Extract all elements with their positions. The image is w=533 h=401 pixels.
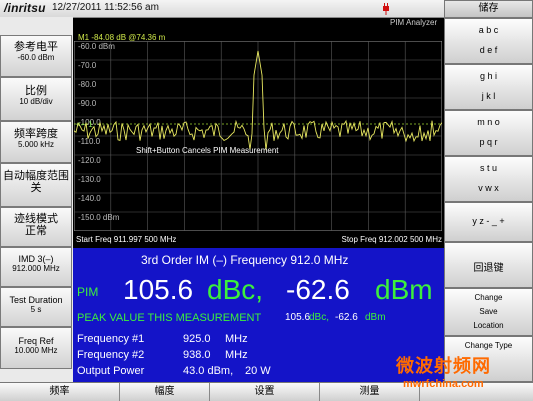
key-line2: p q r (479, 137, 498, 147)
test-duration-button[interactable]: Test Duration 5 s (0, 287, 72, 327)
frequency-2-label: Frequency #2 (77, 349, 145, 361)
peak-dbc-unit: dBc, (309, 312, 330, 323)
key-stu-vwx[interactable]: s t u v w x (444, 156, 533, 202)
start-frequency: Start Freq 911.997 500 MHz (76, 235, 177, 244)
datetime-display: 12/27/2011 11:52:56 am (52, 2, 159, 13)
softkey-value: 关 (30, 182, 42, 194)
ref-level-button[interactable]: 参考电平 -60.0 dBm (0, 35, 72, 77)
output-power-value: 43.0 dBm, (183, 365, 234, 377)
y-tick-label: -70.0 (78, 61, 97, 70)
softkey-value: 5.000 kHz (17, 140, 55, 149)
key-line1: g h i (479, 71, 497, 81)
y-tick-label: -130.0 (78, 175, 101, 184)
backspace-button[interactable]: 回退键 (444, 242, 533, 288)
scale-button[interactable]: 比例 10 dB/div (0, 77, 72, 121)
brand-logo: /inritsu (4, 1, 46, 15)
frequency-2-unit: MHz (225, 349, 248, 361)
mode-label: PIM Analyzer (390, 18, 438, 27)
left-softkey-panel: 参考电平 -60.0 dBm 比例 10 dB/div 频率跨度 5.000 k… (0, 17, 73, 382)
imd-frequency-heading: 3rd Order IM (–) Frequency 912.0 MHz (141, 253, 349, 267)
y-tick-label: -110.0 (78, 137, 101, 146)
key-ghi-jkl[interactable]: g h i j k l (444, 64, 533, 110)
frequency-1-unit: MHz (225, 333, 248, 345)
output-power-label: Output Power (77, 365, 145, 377)
y-tick-label: -90.0 (78, 99, 97, 108)
auto-range-button[interactable]: 自动幅度范围 关 (0, 163, 72, 207)
softkey-value: 912.000 MHz (12, 264, 60, 273)
softkey-label: 比例 (25, 85, 47, 97)
spectrum-graph[interactable]: -60.0 dBm-70.0-80.0-90.0-100.0-110.0-120… (74, 41, 442, 231)
softkey-value: 10.000 MHz (14, 346, 58, 355)
change-save-location-button[interactable]: Change Save Location (444, 288, 533, 336)
key-line2: v w x (478, 183, 499, 193)
y-tick-label: -150.0 dBm (78, 213, 120, 222)
measurement-panel: 3rd Order IM (–) Frequency 912.0 MHz PIM… (73, 248, 444, 382)
key-yz-symbols[interactable]: y z - _ + (444, 202, 533, 242)
span-button[interactable]: 频率跨度 5.000 kHz (0, 121, 72, 163)
softkey-label: 迹线模式 (14, 213, 58, 225)
menu-amplitude[interactable]: 幅度 (120, 383, 210, 401)
softkey-label: 频率跨度 (14, 128, 58, 140)
imd-button[interactable]: IMD 3(–) 912.000 MHz (0, 247, 72, 287)
backspace-label: 回退键 (473, 263, 504, 274)
menu-frequency[interactable]: 频率 (0, 383, 120, 401)
key-line1: a b c (478, 25, 499, 35)
output-power-watts: 20 W (245, 365, 271, 377)
stop-frequency: Stop Freq 912.002 500 MHz (341, 235, 442, 244)
frequency-1-label: Frequency #1 (77, 333, 145, 345)
pim-label: PIM (77, 285, 99, 299)
key-mno-pqr[interactable]: m n o p q r (444, 110, 533, 156)
change-save-line2: Save (479, 307, 498, 316)
change-type-label: Change Type (464, 341, 513, 350)
status-bar: /inritsu 12/27/2011 11:52:56 am (0, 0, 444, 18)
power-plug-icon (383, 3, 389, 15)
key-abc-def[interactable]: a b c d e f (444, 18, 533, 64)
pim-dbc-value: 105.6 (123, 274, 194, 305)
frequency-1-value: 925.0 (183, 333, 211, 345)
freq-ref-button[interactable]: Freq Ref 10.000 MHz (0, 327, 72, 369)
y-tick-label: -80.0 (78, 80, 97, 89)
peak-dbm-value: -62.6 (335, 312, 358, 323)
right-softkey-panel: 储存 a b c d e f g h i j k l m n o p q r s… (444, 0, 533, 382)
watermark-url: mwrfchina.com (403, 378, 484, 390)
softkey-label: IMD 3(–) (18, 254, 54, 264)
key-line1: m n o (477, 117, 500, 127)
y-tick-label: -60.0 dBm (78, 42, 115, 51)
menu-title-text: 储存 (478, 3, 499, 14)
y-tick-label: -140.0 (78, 194, 101, 203)
softkey-value: 5 s (30, 305, 42, 314)
peak-dbm-unit: dBm (365, 312, 386, 323)
pim-dbc-unit: dBc, (207, 274, 264, 305)
key-line2: d e f (479, 45, 498, 55)
pim-dbm-value: -62.6 (286, 274, 350, 305)
key-line2: j k l (481, 91, 496, 101)
menu-setup[interactable]: 设置 (210, 383, 320, 401)
softkey-label: Test Duration (9, 295, 63, 305)
frequency-axis-labels: Start Freq 911.997 500 MHz Stop Freq 912… (74, 233, 442, 247)
peak-dbc-value: 105.6 (285, 312, 311, 323)
softkey-label: Freq Ref (18, 336, 54, 346)
softkey-value: 10 dB/div (19, 97, 53, 106)
key-line1: y z - _ + (472, 216, 505, 226)
softkey-value: -60.0 dBm (17, 53, 55, 62)
softkey-value: 正常 (25, 225, 47, 237)
overlay-message: Shift+Button Cancels PIM Measurement (136, 146, 279, 155)
menu-title: 储存 (444, 0, 533, 18)
softkey-label: 自动幅度范围 (3, 170, 69, 182)
key-line1: s t u (479, 163, 497, 173)
trace-mode-button[interactable]: 迹线模式 正常 (0, 207, 72, 247)
frequency-2-value: 938.0 (183, 349, 211, 361)
peak-label: PEAK VALUE THIS MEASUREMENT (77, 312, 262, 324)
softkey-label: 参考电平 (14, 41, 58, 53)
pim-dbm-unit: dBm (375, 274, 433, 305)
change-save-line1: Change (474, 293, 503, 302)
y-tick-label: -120.0 (78, 156, 101, 165)
watermark-text: 微波射频网 (396, 356, 491, 377)
change-save-line3: Location (473, 321, 504, 330)
